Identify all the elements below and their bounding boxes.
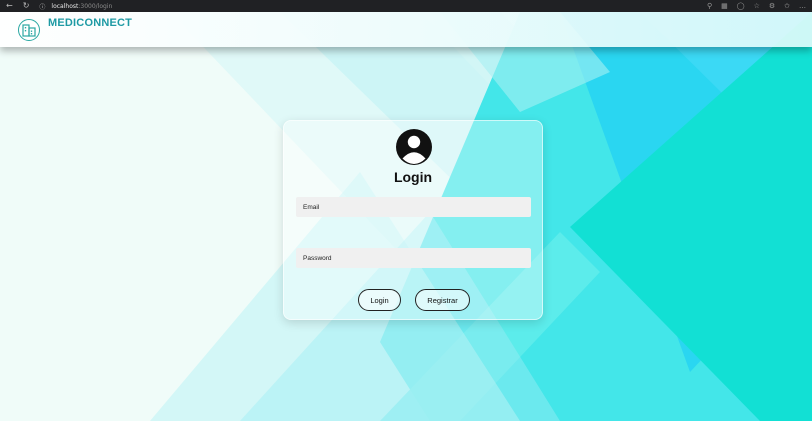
url-path: :3000/login	[78, 2, 113, 10]
url-host: localhost	[51, 2, 79, 10]
login-card: Login Login Registrar	[283, 120, 543, 320]
email-field[interactable]	[296, 197, 531, 217]
login-page: MEDICONNECT Login Login Registrar	[0, 12, 812, 421]
reader-icon[interactable]: ◯	[737, 2, 745, 10]
address-bar[interactable]: ⓘ localhost:3000/login	[39, 2, 112, 11]
grid-icon[interactable]: ▦	[721, 2, 728, 10]
extensions-icon[interactable]: ⚙	[769, 2, 775, 10]
favorite-star-icon[interactable]: ☆	[754, 2, 760, 10]
top-navbar: MEDICONNECT	[0, 12, 812, 47]
zoom-icon[interactable]: ⚲	[707, 2, 712, 10]
brand-name[interactable]: MEDICONNECT	[48, 17, 132, 29]
login-title: Login	[393, 169, 433, 185]
password-field[interactable]	[296, 248, 531, 268]
register-button[interactable]: Registrar	[415, 289, 470, 311]
favorites-icon[interactable]: ✩	[784, 2, 790, 10]
user-avatar-icon	[396, 129, 432, 165]
reload-icon[interactable]: ↻	[23, 0, 30, 12]
info-icon[interactable]: ⓘ	[39, 2, 45, 11]
hospital-building-icon[interactable]	[18, 18, 40, 41]
login-button[interactable]: Login	[358, 289, 401, 311]
more-icon[interactable]: …	[799, 2, 806, 10]
browser-toolbar: ← ↻ ⓘ localhost:3000/login ⚲ ▦ ◯ ☆ ⚙ ✩ …	[0, 0, 812, 12]
back-arrow-icon[interactable]: ←	[6, 0, 13, 12]
